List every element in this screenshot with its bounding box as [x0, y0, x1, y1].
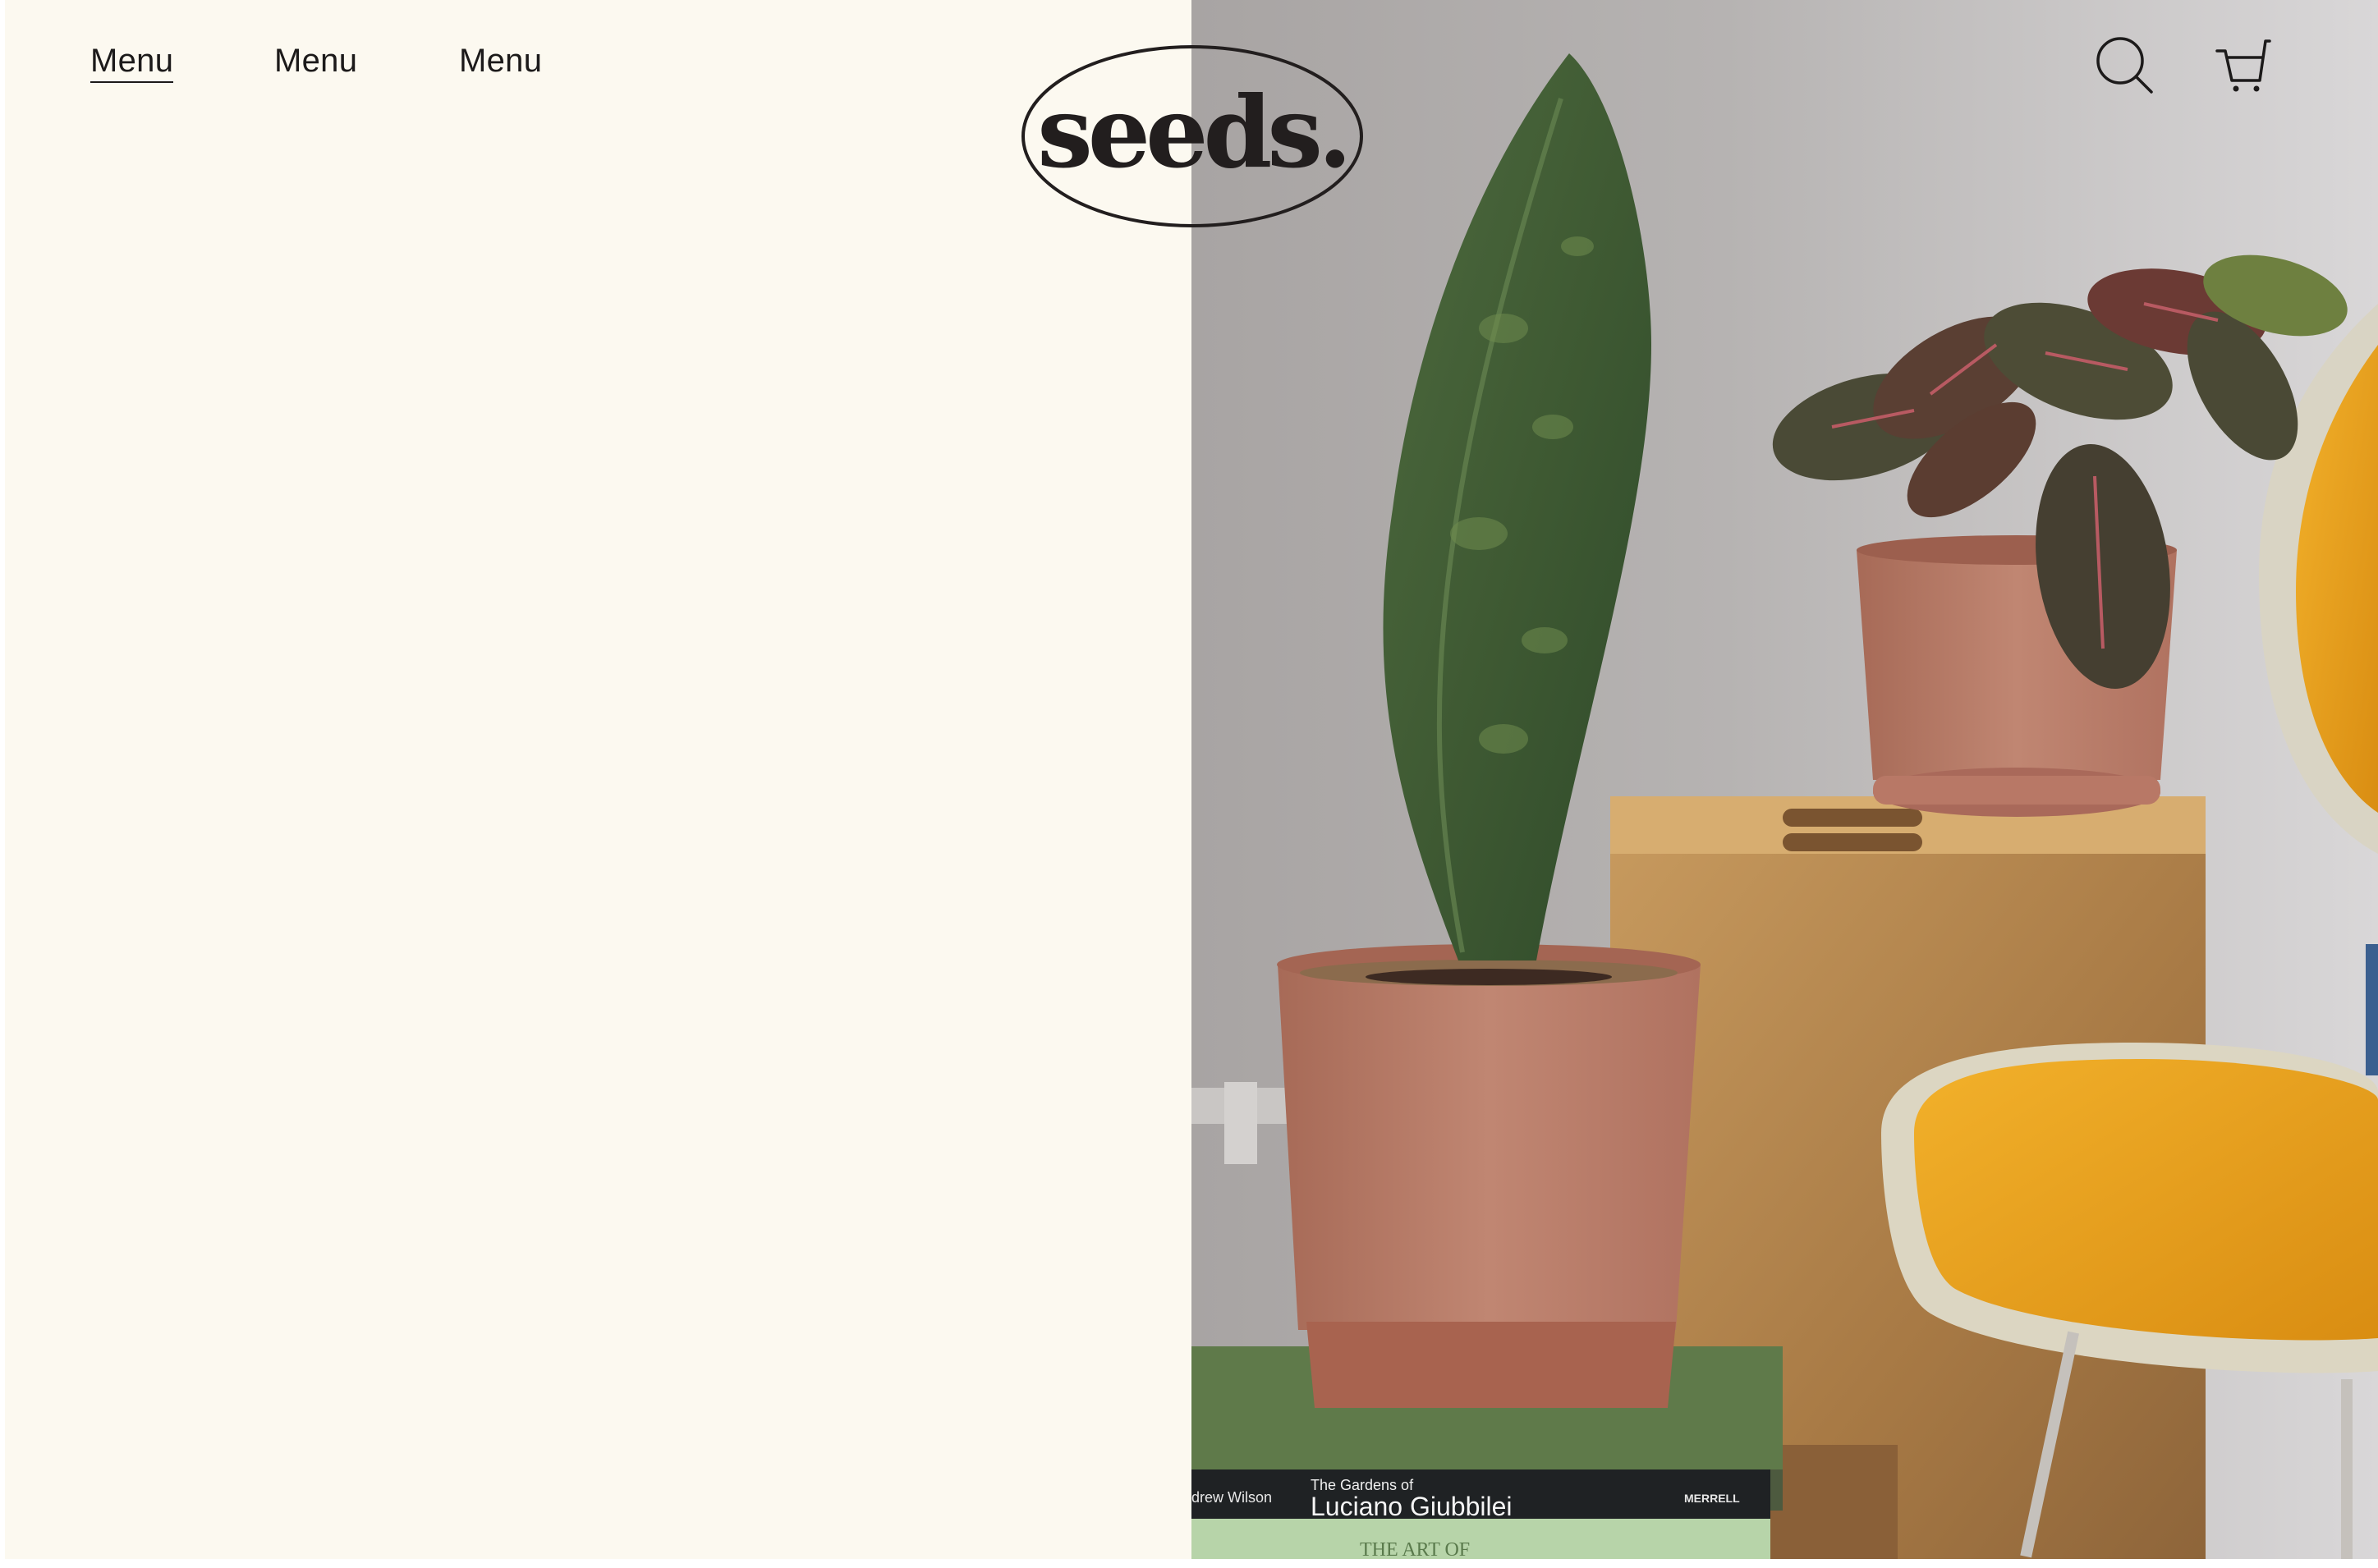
brand-logo[interactable]: seeds.	[1021, 44, 1364, 228]
book-bottom-title: THE ART OF	[1360, 1539, 1470, 1559]
logo-text: seeds.	[1037, 74, 1352, 190]
page-left-border	[0, 0, 5, 1568]
nav-item-menu-1[interactable]: Menu	[90, 43, 174, 83]
nav-item-menu-2[interactable]: Menu	[274, 43, 357, 80]
book-subtitle: The Gardens of	[1311, 1477, 1414, 1493]
search-button[interactable]	[2096, 36, 2153, 94]
book-title: Luciano Giubbilei	[1311, 1492, 1513, 1521]
search-icon	[2096, 37, 2153, 94]
cart-button[interactable]	[2214, 36, 2271, 94]
cart-icon	[2215, 39, 2271, 92]
nav-item-menu-3[interactable]: Menu	[459, 43, 542, 80]
page-bottom-border	[0, 1559, 2378, 1568]
hero-image: drew Wilson The Gardens of Luciano Giubb…	[1191, 0, 2378, 1559]
book-author: drew Wilson	[1191, 1489, 1272, 1506]
book-publisher: MERRELL	[1684, 1492, 1740, 1505]
